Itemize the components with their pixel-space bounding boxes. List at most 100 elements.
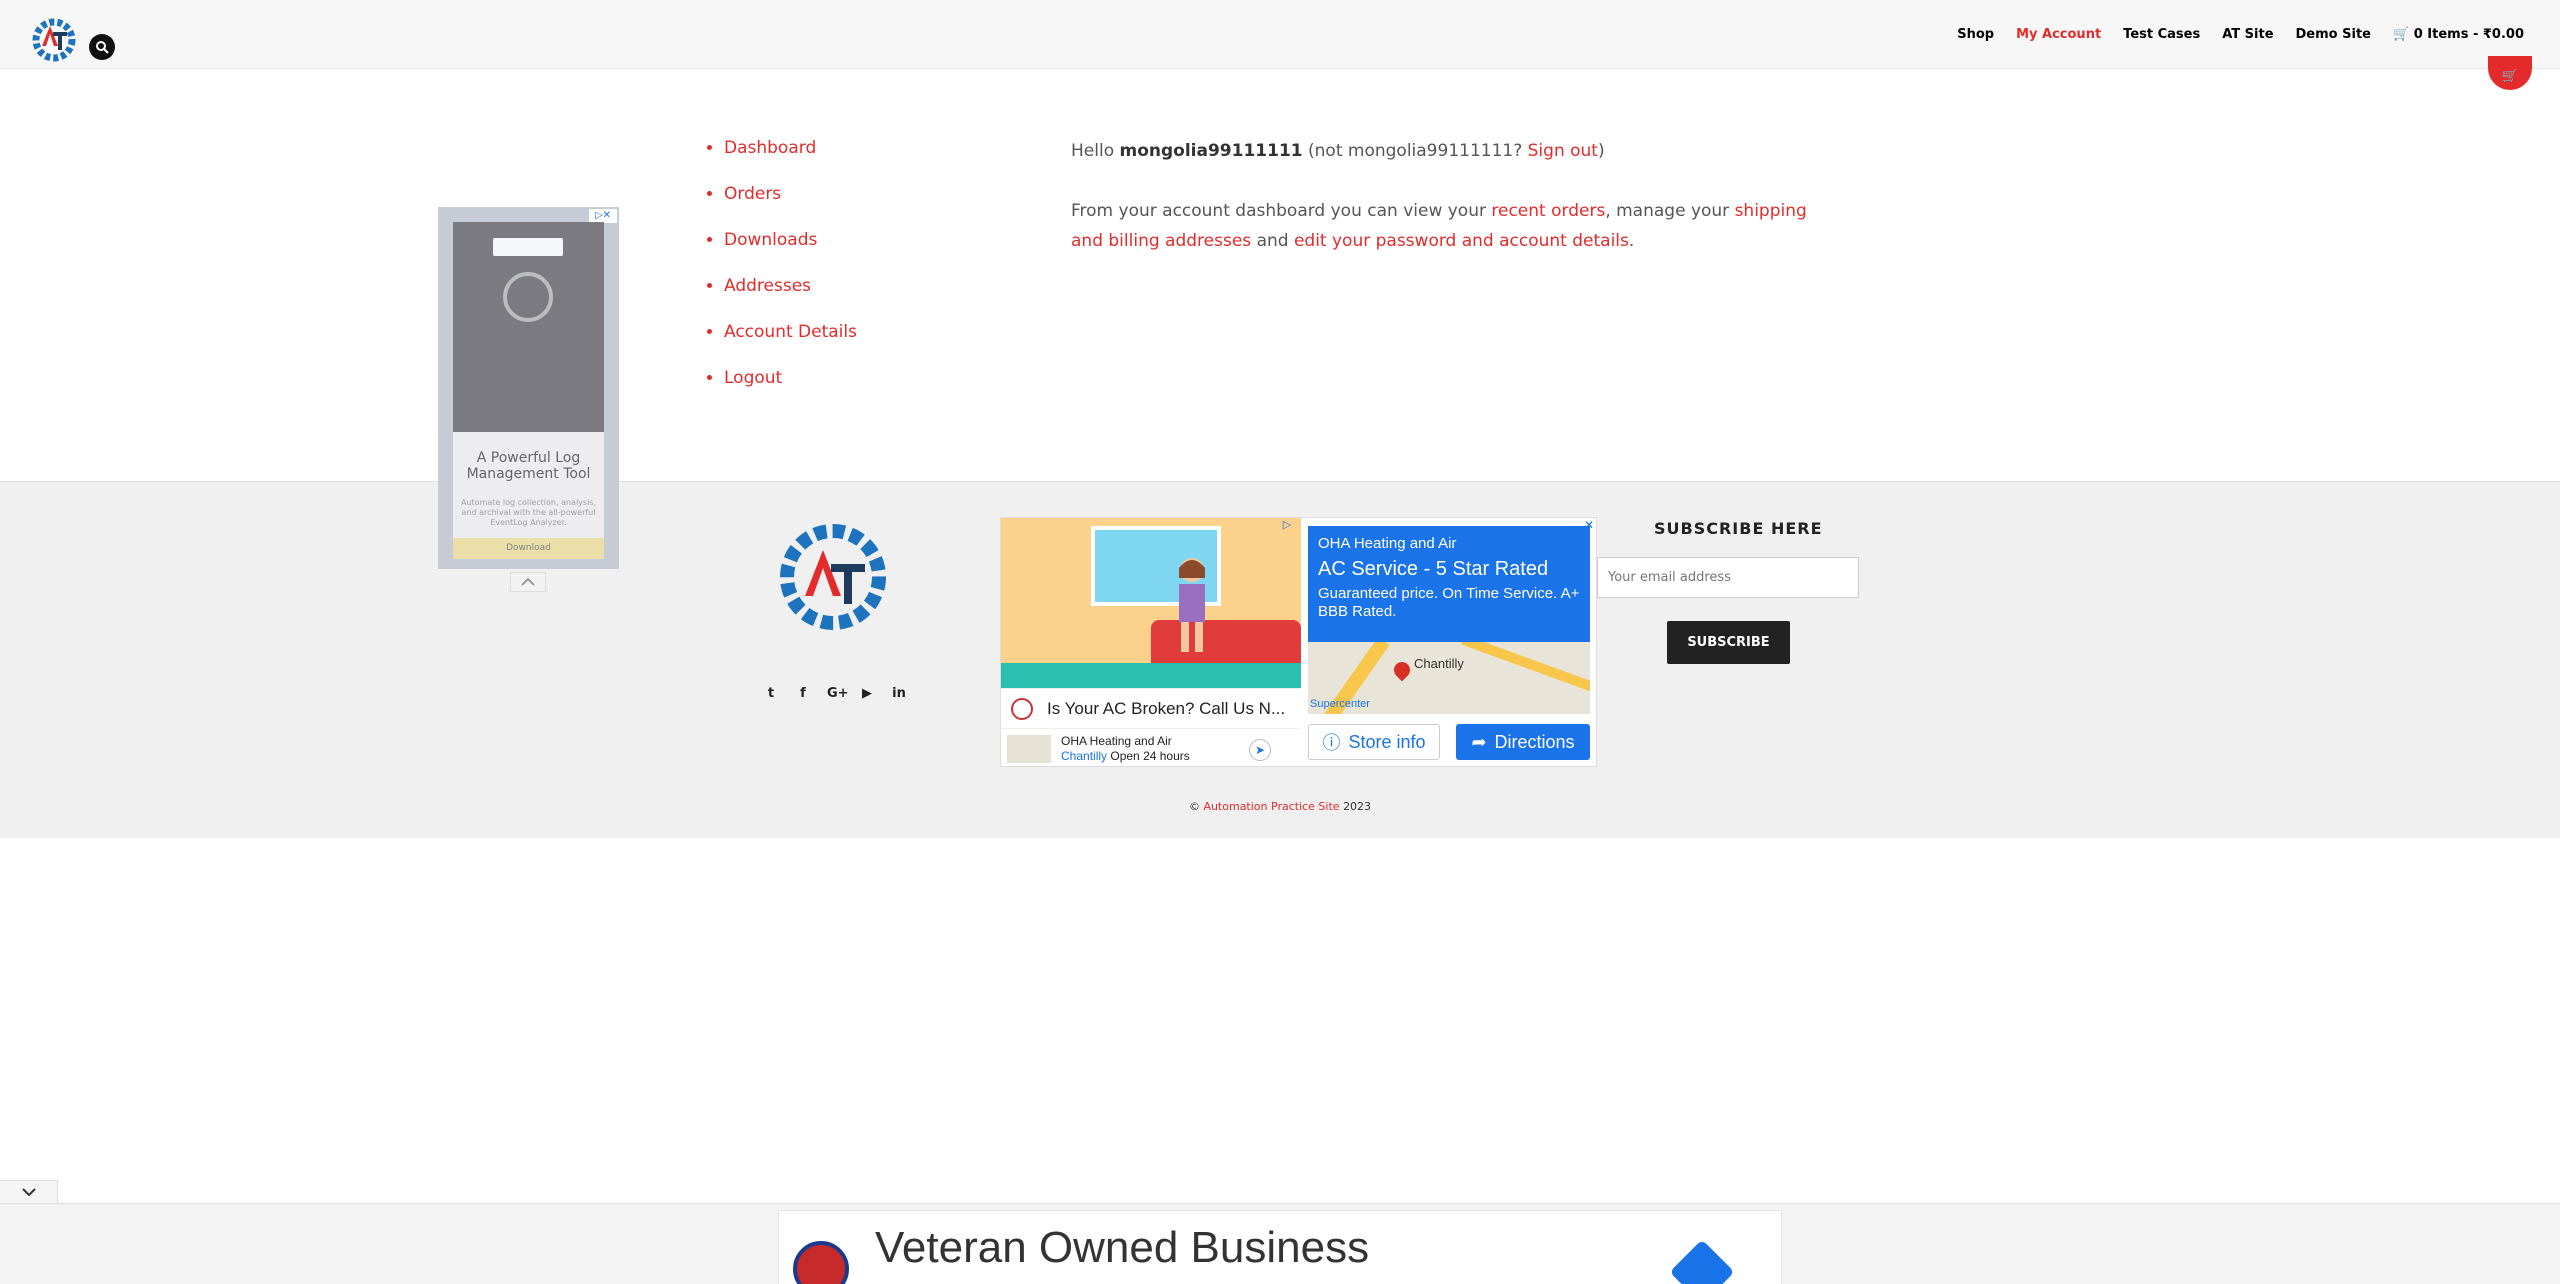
copyright-symbol: © bbox=[1188, 800, 1200, 813]
greeting-hello: Hello bbox=[1071, 141, 1115, 161]
directions-go-icon[interactable] bbox=[1669, 1239, 1735, 1284]
account-nav-orders: Orders bbox=[724, 182, 857, 228]
ad-left-cta[interactable]: Download bbox=[453, 538, 604, 559]
account-nav-orders-link[interactable]: Orders bbox=[724, 184, 781, 204]
account-nav-dashboard: Dashboard bbox=[724, 136, 857, 182]
directions-icon[interactable]: ➤ bbox=[1249, 739, 1271, 761]
dashboard-description: From your account dashboard you can view… bbox=[1071, 196, 1831, 256]
cart-icon: 🛒 bbox=[2392, 27, 2410, 42]
nav-my-account[interactable]: My Account bbox=[2016, 27, 2101, 42]
map-poi-label: Supercenter bbox=[1310, 698, 1370, 710]
ad-body: Guaranteed price. On Time Service. A+ BB… bbox=[1318, 585, 1580, 620]
account-nav-logout: Logout bbox=[724, 366, 857, 412]
ad-seal-icon bbox=[1011, 697, 1033, 720]
map-road bbox=[1461, 642, 1590, 700]
bottom-ad-banner[interactable]: Veteran Owned Business bbox=[778, 1210, 1782, 1284]
info-icon: ⓘ bbox=[1322, 733, 1341, 753]
lock-icon bbox=[503, 272, 553, 322]
ad-illustration-floor bbox=[1001, 663, 1301, 688]
youtube-icon[interactable]: ▶ bbox=[859, 686, 875, 701]
ad-left-skyscraper[interactable]: ▷✕ A Powerful Log Management Tool Automa… bbox=[438, 207, 619, 569]
ad-illustration-person bbox=[1179, 558, 1205, 652]
ad-left-image bbox=[453, 222, 604, 432]
ad-left-description: Automate log collection, analysis, and a… bbox=[461, 498, 597, 527]
ad-left-headline: A Powerful Log Management Tool bbox=[466, 450, 591, 482]
linkedin-icon[interactable]: in bbox=[891, 686, 907, 701]
site-logo[interactable] bbox=[28, 14, 80, 66]
greeting-close-paren: ) bbox=[1597, 141, 1605, 161]
map-pin-icon bbox=[1390, 658, 1414, 682]
directions-button[interactable]: ➦ Directions bbox=[1456, 724, 1590, 760]
subscribe-email-input[interactable] bbox=[1597, 557, 1859, 598]
account-navigation: Dashboard Orders Downloads Addresses Acc… bbox=[704, 136, 857, 412]
subscribe-button[interactable]: SUBSCRIBE bbox=[1667, 621, 1790, 664]
ad-business-town: Chantilly bbox=[1061, 749, 1108, 763]
ad-info-panel: OHA Heating and Air AC Service - 5 Star … bbox=[1308, 526, 1590, 760]
account-nav-addresses: Addresses bbox=[724, 274, 857, 320]
ad-close-icon[interactable]: ✕ bbox=[1584, 518, 1594, 532]
ad-map-thumbnail bbox=[1007, 735, 1051, 763]
bottom-ad-toggle[interactable] bbox=[0, 1180, 58, 1204]
account-nav-dashboard-link[interactable]: Dashboard bbox=[724, 138, 816, 158]
store-info-button[interactable]: ⓘ Store info bbox=[1308, 724, 1440, 760]
ad-banner-hvac[interactable]: Is Your AC Broken? Call Us N... OHA Heat… bbox=[1000, 517, 1597, 767]
dashboard-text-3: and bbox=[1256, 231, 1289, 251]
directions-label: Directions bbox=[1494, 731, 1575, 752]
ad-left-choices-icon[interactable]: ▷✕ bbox=[589, 209, 617, 223]
greeting-not-user: (not mongolia99111111? bbox=[1308, 141, 1523, 161]
chevron-down-icon bbox=[21, 1188, 36, 1197]
account-nav-downloads-link[interactable]: Downloads bbox=[724, 230, 817, 250]
search-button[interactable] bbox=[89, 34, 115, 60]
twitter-icon[interactable]: t bbox=[763, 686, 779, 701]
ad-left-product-chip bbox=[493, 238, 563, 256]
ad-business-row[interactable]: OHA Heating and Air Chantilly Open 24 ho… bbox=[1001, 728, 1301, 766]
dashboard-text-4: . bbox=[1628, 231, 1635, 251]
ad-left-creative: A Powerful Log Management Tool Automate … bbox=[453, 222, 604, 559]
account-nav-logout-link[interactable]: Logout bbox=[724, 368, 782, 388]
account-nav-downloads: Downloads bbox=[724, 228, 857, 274]
account-details-link[interactable]: edit your password and account details bbox=[1294, 231, 1629, 251]
main-nav: Shop My Account Test Cases AT Site Demo … bbox=[1957, 27, 2524, 42]
ad-left-collapse-button[interactable] bbox=[510, 572, 546, 592]
cart-summary: 0 Items - ₹0.00 bbox=[2413, 27, 2524, 42]
ad-advertiser: OHA Heating and Air bbox=[1318, 535, 1457, 552]
footer-logo[interactable] bbox=[775, 516, 891, 638]
facebook-icon[interactable]: f bbox=[795, 686, 811, 701]
account-nav-addresses-link[interactable]: Addresses bbox=[724, 276, 811, 296]
store-info-label: Store info bbox=[1348, 731, 1426, 752]
nav-shop[interactable]: Shop bbox=[1957, 27, 1994, 42]
subscribe-title: SUBSCRIBE HERE bbox=[1654, 519, 1823, 538]
search-icon bbox=[96, 41, 109, 54]
nav-demo-site[interactable]: Demo Site bbox=[2296, 27, 2371, 42]
ad-illustration bbox=[1001, 518, 1301, 688]
nav-test-cases[interactable]: Test Cases bbox=[2123, 27, 2200, 42]
recent-orders-link[interactable]: recent orders bbox=[1491, 201, 1605, 221]
chevron-up-icon bbox=[521, 577, 535, 586]
greeting-username: mongolia99111111 bbox=[1119, 141, 1303, 161]
copyright-year: 2023 bbox=[1343, 800, 1372, 813]
sign-out-link[interactable]: Sign out bbox=[1528, 141, 1598, 161]
ad-headline: AC Service - 5 Star Rated bbox=[1318, 558, 1549, 580]
ad-question-row[interactable]: Is Your AC Broken? Call Us N... bbox=[1001, 688, 1301, 728]
ad-headline-box[interactable]: OHA Heating and Air AC Service - 5 Star … bbox=[1308, 526, 1590, 642]
cart-bubble[interactable]: 🛒 bbox=[2488, 56, 2532, 90]
ad-map[interactable]: Chantilly Supercenter bbox=[1308, 642, 1590, 714]
bottom-ad-headline: Veteran Owned Business bbox=[875, 1223, 1370, 1272]
nav-cart[interactable]: 🛒 0 Items - ₹0.00 bbox=[2393, 27, 2524, 42]
copyright: © Automation Practice Site 2023 bbox=[0, 800, 2560, 813]
dashboard-text-1: From your account dashboard you can view… bbox=[1071, 201, 1486, 221]
ad-question: Is Your AC Broken? Call Us N... bbox=[1047, 698, 1286, 718]
account-nav-account-details: Account Details bbox=[724, 320, 857, 366]
site-header: Shop My Account Test Cases AT Site Demo … bbox=[0, 0, 2560, 69]
social-links: t f G+ ▶ in bbox=[763, 686, 907, 701]
cart-bubble-icon: 🛒 bbox=[2501, 69, 2519, 84]
greeting: Hello mongolia99111111 (not mongolia9911… bbox=[1071, 136, 1831, 166]
site-footer-link[interactable]: Automation Practice Site bbox=[1203, 800, 1339, 813]
account-dashboard-content: Hello mongolia99111111 (not mongolia9911… bbox=[1071, 136, 1831, 286]
map-city-label: Chantilly bbox=[1414, 656, 1464, 671]
account-nav-account-details-link[interactable]: Account Details bbox=[724, 322, 857, 342]
veteran-badge-icon bbox=[793, 1241, 849, 1284]
nav-at-site[interactable]: AT Site bbox=[2222, 27, 2273, 42]
ad-choices-icon[interactable]: ▷ bbox=[1273, 518, 1301, 532]
google-plus-icon[interactable]: G+ bbox=[827, 686, 849, 701]
